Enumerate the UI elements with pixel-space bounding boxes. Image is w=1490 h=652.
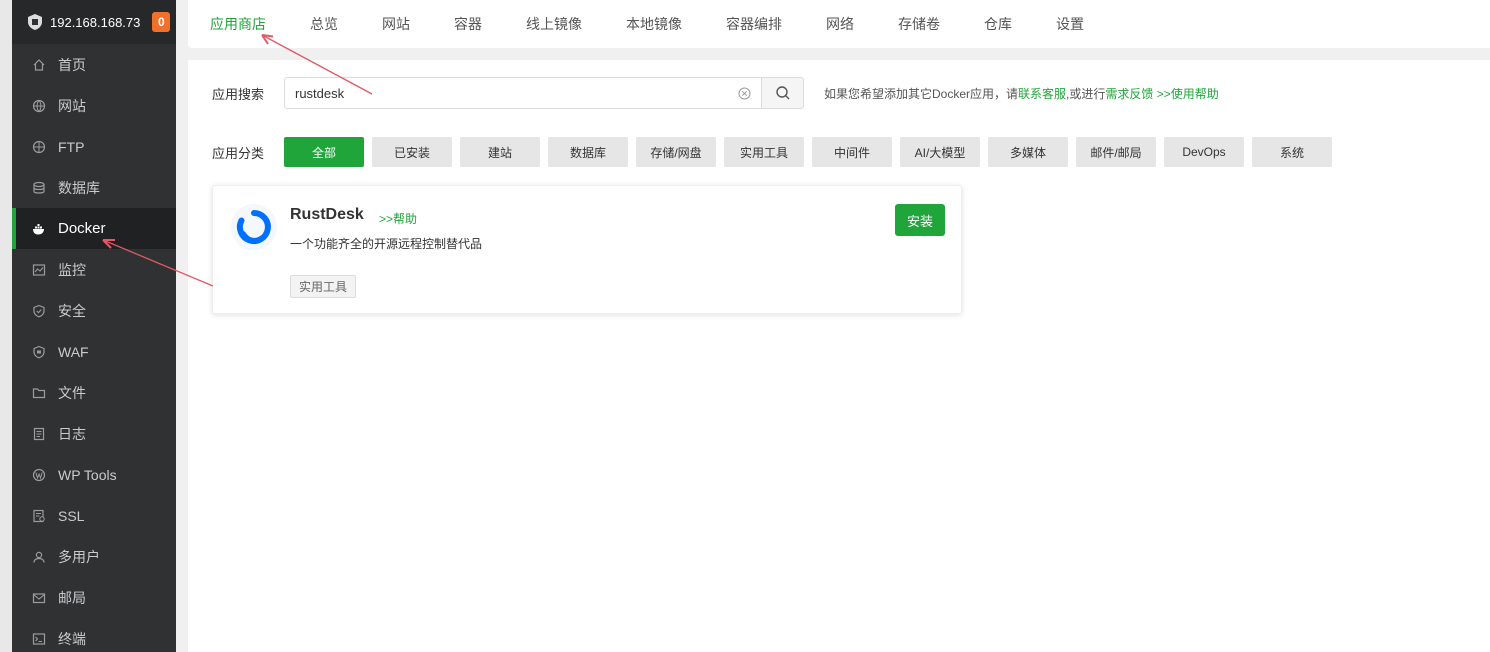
- feedback-link[interactable]: 需求反馈: [1105, 87, 1153, 101]
- sidebar-item-label: 多用户: [58, 548, 100, 565]
- help-text: 如果您希望添加其它Docker应用，请联系客服,或进行需求反馈 >>使用帮助: [824, 85, 1219, 102]
- sidebar-item-home[interactable]: 首页: [12, 44, 176, 85]
- sidebar-item-security[interactable]: 安全: [12, 290, 176, 331]
- globe-icon: [32, 99, 46, 113]
- sidebar-item-label: 终端: [58, 630, 86, 647]
- install-button[interactable]: 安装: [895, 204, 945, 236]
- shield-logo-icon: [28, 14, 42, 30]
- server-ip: 192.168.168.73: [50, 14, 141, 30]
- sidebar-item-files[interactable]: 文件: [12, 372, 176, 413]
- sidebar-item-label: 日志: [58, 425, 86, 442]
- tab-website[interactable]: 网站: [382, 0, 410, 48]
- home-icon: [32, 58, 46, 72]
- sidebar-item-users[interactable]: 多用户: [12, 536, 176, 577]
- category-mail[interactable]: 邮件/邮局: [1076, 137, 1156, 167]
- category-ai[interactable]: AI/大模型: [900, 137, 980, 167]
- sidebar-item-label: WAF: [58, 343, 89, 360]
- tab-containers[interactable]: 容器: [454, 0, 482, 48]
- category-site-building[interactable]: 建站: [460, 137, 540, 167]
- help-prefix: 如果您希望添加其它Docker应用，请: [824, 86, 1019, 101]
- folder-icon: [32, 386, 46, 400]
- tab-volumes[interactable]: 存储卷: [898, 0, 940, 48]
- sidebar-item-wptools[interactable]: WP Tools: [12, 454, 176, 495]
- sidebar-item-label: SSL: [58, 507, 85, 524]
- search-field[interactable]: [284, 77, 762, 109]
- sidebar-item-label: 网站: [58, 97, 86, 114]
- app-name: RustDesk: [290, 206, 364, 223]
- app-help-link[interactable]: >>帮助: [379, 210, 417, 227]
- notification-badge[interactable]: 0: [152, 12, 171, 32]
- search-button[interactable]: [762, 77, 804, 109]
- category-media[interactable]: 多媒体: [988, 137, 1068, 167]
- app-card: RustDesk >>帮助 一个功能齐全的开源远程控制替代品 实用工具 安装: [212, 185, 962, 314]
- server-header[interactable]: 192.168.168.73 0: [12, 0, 176, 44]
- app-description: 一个功能齐全的开源远程控制替代品: [290, 237, 483, 251]
- rustdesk-logo-icon: [231, 204, 277, 250]
- search-row: 应用搜索 如果您希望添加其它Docker应用，请联系客服,或进行需求反馈 >>使…: [212, 77, 1219, 109]
- category-utilities[interactable]: 实用工具: [724, 137, 804, 167]
- tab-app-store[interactable]: 应用商店: [210, 0, 266, 48]
- search-icon: [775, 86, 789, 100]
- category-devops[interactable]: DevOps: [1164, 137, 1244, 167]
- sidebar-item-terminal[interactable]: 终端: [12, 618, 176, 652]
- category-database[interactable]: 数据库: [548, 137, 628, 167]
- help-mid: ,或进行: [1066, 86, 1106, 101]
- terminal-icon: [32, 632, 46, 646]
- search-label: 应用搜索: [212, 86, 265, 102]
- sidebar-item-ftp[interactable]: FTP: [12, 126, 176, 167]
- sidebar-item-label: FTP: [58, 138, 85, 155]
- category-installed[interactable]: 已安装: [372, 137, 452, 167]
- monitor-icon: [32, 263, 46, 277]
- ftp-icon: [32, 140, 46, 154]
- sidebar: 192.168.168.73 0 首页 网站 FTP 数据库 Docker 监控…: [12, 0, 176, 652]
- tab-network[interactable]: 网络: [826, 0, 854, 48]
- sidebar-item-label: 安全: [58, 302, 86, 319]
- docker-icon: [32, 222, 46, 236]
- shield-icon: [32, 304, 46, 318]
- sidebar-item-label: 数据库: [58, 179, 100, 196]
- sidebar-item-database[interactable]: 数据库: [12, 167, 176, 208]
- database-icon: [32, 181, 46, 195]
- left-edge-strip: [0, 0, 12, 652]
- search-input[interactable]: [295, 85, 725, 101]
- sidebar-nav: 首页 网站 FTP 数据库 Docker 监控 安全 WAF 文件 日志 WP …: [12, 44, 176, 652]
- mail-icon: [32, 591, 46, 605]
- tab-overview[interactable]: 总览: [310, 0, 338, 48]
- sidebar-item-logs[interactable]: 日志: [12, 413, 176, 454]
- sidebar-item-mail[interactable]: 邮局: [12, 577, 176, 618]
- tab-compose[interactable]: 容器编排: [726, 0, 782, 48]
- log-icon: [32, 427, 46, 441]
- sidebar-item-ssl[interactable]: SSL: [12, 495, 176, 536]
- sidebar-item-label: 邮局: [58, 589, 86, 606]
- category-storage[interactable]: 存储/网盘: [636, 137, 716, 167]
- tab-registry[interactable]: 仓库: [984, 0, 1012, 48]
- category-middleware[interactable]: 中间件: [812, 137, 892, 167]
- tab-online-images[interactable]: 线上镜像: [526, 0, 582, 48]
- category-all[interactable]: 全部: [284, 137, 364, 167]
- sidebar-item-label: 监控: [58, 261, 86, 278]
- sidebar-item-label: Docker: [58, 220, 106, 237]
- sidebar-item-docker[interactable]: Docker: [12, 208, 176, 249]
- tab-settings[interactable]: 设置: [1056, 0, 1084, 48]
- tab-local-images[interactable]: 本地镜像: [626, 0, 682, 48]
- sidebar-item-website[interactable]: 网站: [12, 85, 176, 126]
- ssl-icon: [32, 509, 46, 523]
- app-store-panel: 应用搜索 如果您希望添加其它Docker应用，请联系客服,或进行需求反馈 >>使…: [188, 60, 1490, 652]
- usage-help-link[interactable]: >>使用帮助: [1153, 87, 1219, 101]
- sidebar-item-label: 文件: [58, 384, 86, 401]
- docker-tabs: 应用商店 总览 网站 容器 线上镜像 本地镜像 容器编排 网络 存储卷 仓库 设…: [188, 0, 1490, 48]
- category-system[interactable]: 系统: [1252, 137, 1332, 167]
- sidebar-item-monitor[interactable]: 监控: [12, 249, 176, 290]
- sidebar-item-waf[interactable]: WAF: [12, 331, 176, 372]
- wordpress-icon: [32, 468, 46, 482]
- contact-support-link[interactable]: 联系客服: [1018, 87, 1066, 101]
- sidebar-item-label: 首页: [58, 56, 86, 73]
- category-row: 应用分类 全部 已安装 建站 数据库 存储/网盘 实用工具 中间件 AI/大模型…: [212, 137, 1340, 167]
- clear-icon[interactable]: [738, 87, 751, 100]
- sidebar-item-label: WP Tools: [58, 466, 117, 483]
- app-tag: 实用工具: [290, 275, 357, 298]
- waf-icon: [32, 345, 46, 359]
- users-icon: [32, 550, 46, 564]
- category-label: 应用分类: [212, 145, 265, 161]
